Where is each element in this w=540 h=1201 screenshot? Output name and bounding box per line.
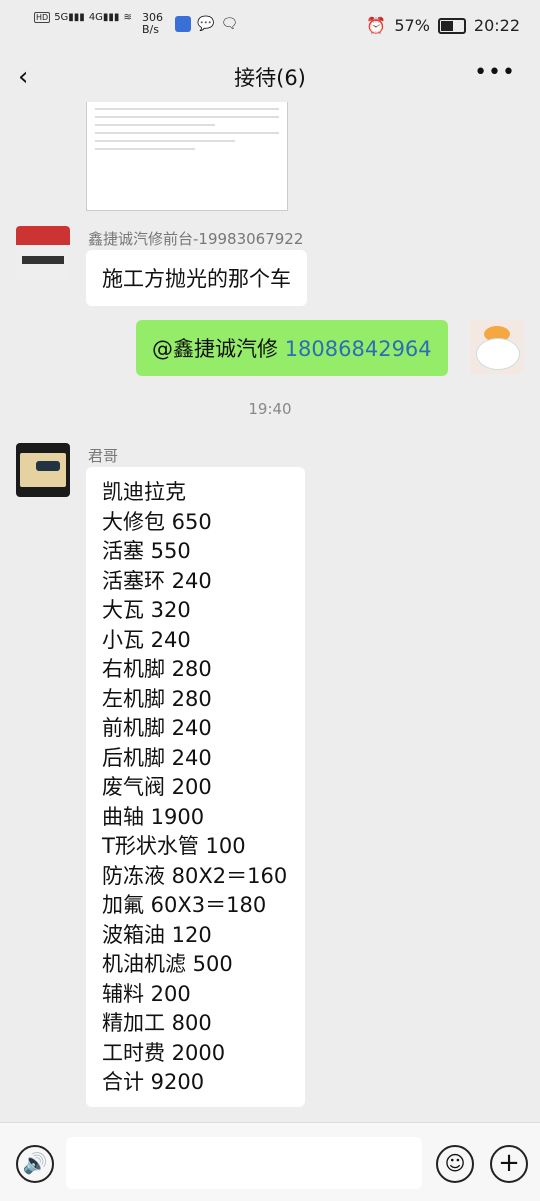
price-list-line: 小瓦 240 <box>102 627 191 652</box>
price-list-line: 大瓦 320 <box>102 598 191 622</box>
alarm-icon: ⏰ <box>366 16 387 35</box>
price-list-line: 精加工 800 <box>102 1011 212 1035</box>
signal-icons: HD 5G▮▮▮ 4G▮▮▮ ≋ <box>34 12 132 23</box>
doc-line <box>95 148 195 150</box>
mention-phone[interactable]: 18086842964 <box>285 337 432 361</box>
message-input[interactable] <box>66 1137 422 1189</box>
timestamp: 19:40 <box>248 400 292 418</box>
message-bubble-own[interactable]: @鑫捷诚汽修 18086842964 <box>136 320 448 376</box>
price-list-line: 波箱油 120 <box>102 922 212 947</box>
price-list-line: 后机脚 240 <box>102 745 212 770</box>
net-speed: 306 B/s <box>142 12 163 36</box>
sender-name: 君哥 <box>88 447 119 465</box>
doc-line <box>95 132 279 134</box>
doc-line <box>95 116 279 118</box>
message-bubble[interactable]: 施工方抛光的那个车 <box>86 250 307 306</box>
price-list-line: 左机脚 280 <box>102 686 212 711</box>
plus-icon[interactable]: + <box>490 1145 528 1183</box>
signal-5g-icon: 5G▮▮▮ <box>54 12 85 23</box>
status-right: ⏰ 57% 20:22 <box>366 16 520 35</box>
notification-icons: 💬 🗨 <box>175 16 238 32</box>
price-list-line: 曲轴 1900 <box>102 804 205 829</box>
price-list-line: 前机脚 240 <box>102 716 212 740</box>
price-list-line: T形状水管 100 <box>102 834 246 858</box>
message-text: 施工方抛光的那个车 <box>102 267 291 291</box>
price-list-line: 防冻液 80X2＝160 <box>102 863 288 888</box>
sender-name: 鑫捷诚汽修前台-19983067922 <box>88 230 304 248</box>
navigation-bar: ‹ 接待(6) ••• <box>0 52 540 102</box>
wifi-icon: ≋ <box>123 12 132 23</box>
price-list: 凯迪拉克大修包 650 活塞 550 活塞环 240 大瓦 320 小瓦 240 右机脚 … <box>102 478 305 1098</box>
price-list-line: 辅料 200 <box>102 981 191 1006</box>
battery-icon <box>437 17 466 34</box>
price-list-line: 废气阀 200 <box>102 775 212 799</box>
clock: 20:22 <box>473 16 520 35</box>
avatar[interactable] <box>16 226 70 280</box>
price-list-line: 活塞环 240 <box>102 568 212 593</box>
status-bar: HD 5G▮▮▮ 4G▮▮▮ ≋ 306 B/s 💬 🗨 ⏰ 57% 20:22 <box>0 0 540 52</box>
voice-icon[interactable]: 🔊 <box>16 1145 54 1183</box>
message-bubble[interactable]: 凯迪拉克大修包 650 活塞 550 活塞环 240 大瓦 320 小瓦 240 右机脚 … <box>86 467 305 1107</box>
app-notification-icon <box>175 16 191 32</box>
net-speed-unit: B/s <box>142 23 159 36</box>
hd-icon: HD <box>34 12 51 23</box>
chat-title: 接待(6) <box>234 66 306 90</box>
document-preview[interactable] <box>86 102 288 211</box>
price-list-line: 大修包 650 <box>102 509 212 534</box>
price-list-line: 活塞 550 <box>102 539 191 563</box>
battery-level: 57% <box>394 16 430 35</box>
price-list-line: 加氟 60X3＝180 <box>102 893 267 917</box>
doc-line <box>95 108 279 110</box>
mention-name[interactable]: @鑫捷诚汽修 <box>152 337 278 361</box>
avatar[interactable] <box>16 443 70 497</box>
price-list-line: 凯迪拉克 <box>102 480 186 504</box>
price-list-line: 右机脚 280 <box>102 657 212 681</box>
input-bar: 🔊 ☺ + <box>0 1122 540 1201</box>
price-list-line: 机油机滤 500 <box>102 952 233 976</box>
price-list-line: 工时费 2000 <box>102 1040 226 1065</box>
doc-line <box>95 140 235 142</box>
own-avatar[interactable] <box>470 320 524 374</box>
wechat-icon: 💬 <box>197 16 215 32</box>
doc-line <box>95 124 215 126</box>
signal-4g-icon: 4G▮▮▮ <box>88 12 120 23</box>
more-icon[interactable]: ••• <box>474 60 516 85</box>
emoji-icon[interactable]: ☺ <box>436 1145 474 1183</box>
price-list-line: 合计 9200 <box>102 1070 205 1094</box>
message-icon: 🗨 <box>220 16 239 32</box>
